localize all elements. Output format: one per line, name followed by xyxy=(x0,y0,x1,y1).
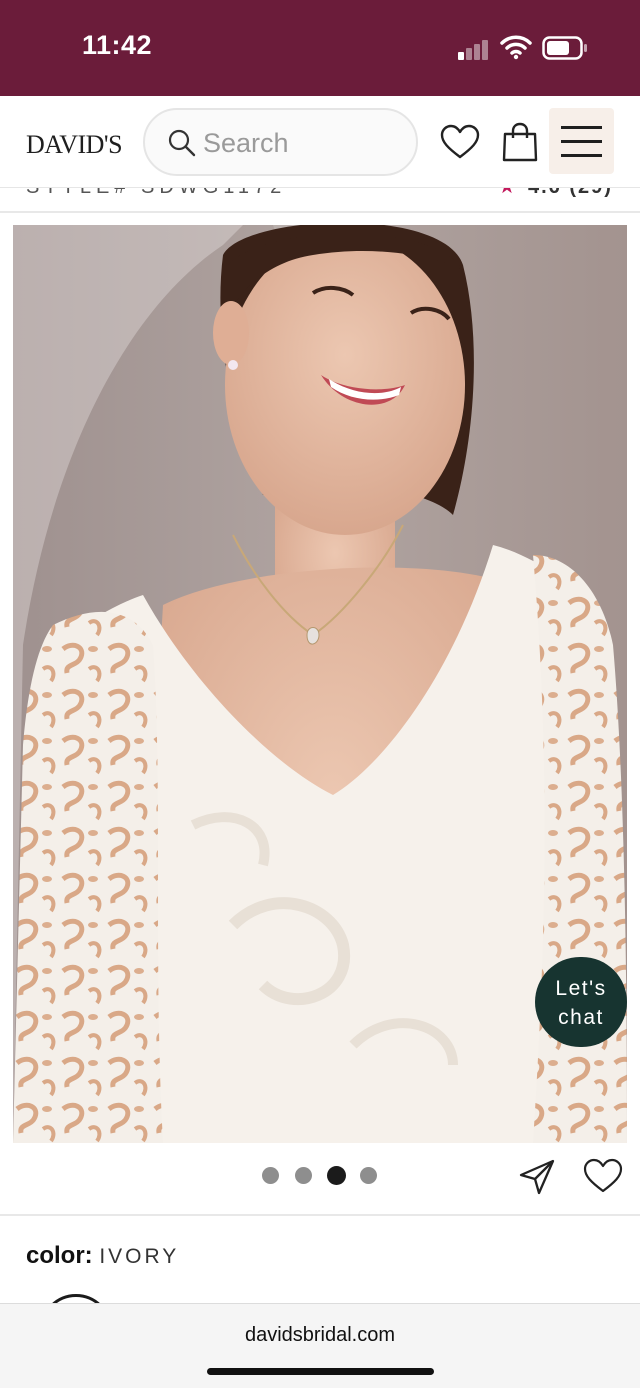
share-icon[interactable] xyxy=(518,1158,556,1196)
menu-icon xyxy=(561,154,602,157)
menu-icon xyxy=(561,126,602,129)
status-bar: 11:42 xyxy=(0,0,640,96)
carousel-dot-active[interactable] xyxy=(327,1166,346,1185)
wifi-icon xyxy=(500,35,532,60)
site-header: DAVID'S xyxy=(0,96,640,188)
menu-icon xyxy=(561,140,602,143)
divider xyxy=(0,211,640,213)
shopping-bag-icon[interactable] xyxy=(502,122,538,162)
color-label: color: xyxy=(26,1242,93,1269)
color-selection: color: IVORY xyxy=(26,1242,179,1270)
favorite-heart-icon[interactable] xyxy=(583,1158,623,1194)
browser-url-bar[interactable]: davidsbridal.com xyxy=(0,1303,640,1388)
cellular-signal-icon xyxy=(458,38,492,60)
brand-logo[interactable]: DAVID'S xyxy=(26,130,123,160)
carousel-dot[interactable] xyxy=(262,1167,279,1184)
search-input[interactable] xyxy=(203,124,403,162)
wishlist-heart-icon[interactable] xyxy=(440,124,480,160)
battery-icon xyxy=(542,36,587,60)
color-value: IVORY xyxy=(99,1245,180,1268)
search-bar[interactable] xyxy=(143,108,418,176)
menu-button[interactable] xyxy=(549,108,614,174)
lets-chat-button[interactable]: Let's chat xyxy=(535,957,627,1047)
chat-label-line1: Let's xyxy=(555,977,607,1000)
carousel-dot[interactable] xyxy=(360,1167,377,1184)
product-rating[interactable]: 4.6 (29) xyxy=(528,188,613,199)
rating-star-icon: ★ xyxy=(498,188,516,199)
divider xyxy=(0,1214,640,1216)
carousel-dot[interactable] xyxy=(295,1167,312,1184)
chat-label-line2: chat xyxy=(558,1006,604,1029)
style-number: STYLE# SDWG1172 xyxy=(26,188,286,199)
status-time: 11:42 xyxy=(82,30,153,60)
home-indicator[interactable] xyxy=(207,1368,434,1375)
style-info-strip: STYLE# SDWG1172 ★ 4.6 (29) xyxy=(0,188,640,212)
search-icon xyxy=(168,129,196,157)
url-text[interactable]: davidsbridal.com xyxy=(0,1324,640,1347)
